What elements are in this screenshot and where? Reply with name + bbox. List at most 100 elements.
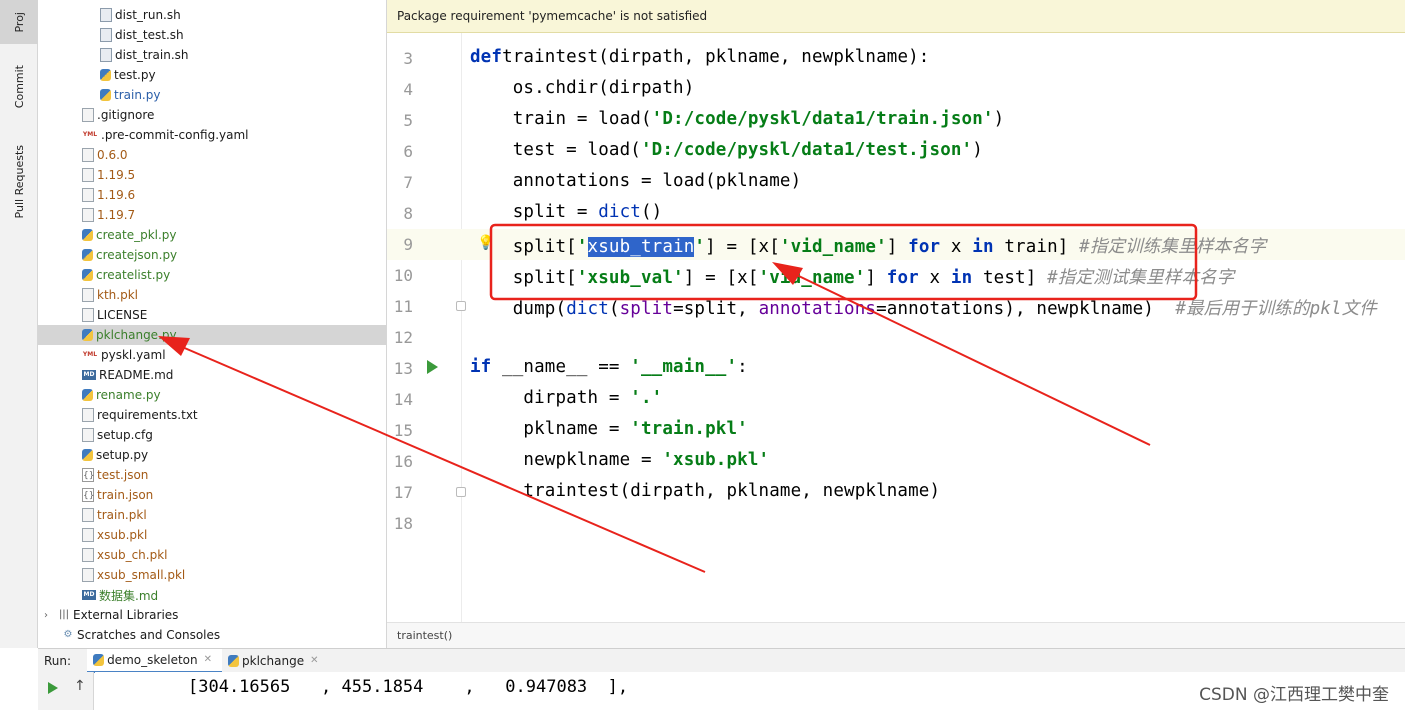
code-line[interactable]: 8 split = dict() — [387, 198, 1405, 229]
tree-item-label: rename.py — [96, 388, 161, 402]
code-line[interactable]: 18 — [387, 508, 1405, 539]
tree-item[interactable]: 1.19.6 — [38, 185, 386, 205]
code-line[interactable]: 12 — [387, 322, 1405, 353]
code-line[interactable]: 3 deftraintest(dirpath, pklname, newpklna… — [387, 43, 1405, 74]
tree-item[interactable]: kth.pkl — [38, 285, 386, 305]
code-token: =annotations), newpklname) — [876, 299, 1176, 319]
code-line[interactable]: 11 dump(dict(split=split, annotations=an… — [387, 291, 1405, 322]
tree-item[interactable]: setup.py — [38, 445, 386, 465]
tree-item-label: Scratches and Consoles — [77, 628, 221, 642]
tree-item[interactable]: .gitignore — [38, 105, 386, 125]
tree-item[interactable]: pklchange.py — [38, 325, 386, 345]
code-token: newpklname = — [470, 450, 663, 470]
tree-item-label: .gitignore — [97, 108, 155, 122]
yaml-file-icon: YML — [82, 348, 98, 362]
pull-requests-tool-tab[interactable]: Pull Requests — [0, 132, 38, 232]
code-line[interactable]: 15 pklname = 'train.pkl' — [387, 415, 1405, 446]
code-token: ] = [x[ — [705, 237, 780, 257]
close-icon[interactable]: ✕ — [204, 654, 212, 665]
scroll-up-icon[interactable]: ↑ — [74, 678, 86, 694]
line-number: 10 — [393, 266, 413, 285]
code-line[interactable]: 7 annotations = load(pklname) — [387, 167, 1405, 198]
code-token: : — [737, 357, 748, 377]
expand-arrow-icon[interactable]: › — [44, 610, 56, 621]
tree-item[interactable]: train.pkl — [38, 505, 386, 525]
code-line[interactable]: 10 split['xsub_val'] = [x['vid_name'] fo… — [387, 260, 1405, 291]
tree-item[interactable]: MD 数据集.md — [38, 585, 386, 605]
code-token: for — [886, 268, 919, 288]
code-text: pklname = 'train.pkl' — [470, 419, 748, 439]
tree-item[interactable]: LICENSE — [38, 305, 386, 325]
run-tab-demo-skeleton[interactable]: demo_skeleton ✕ — [87, 648, 223, 673]
code-token: ] — [865, 268, 887, 288]
tree-item[interactable]: dist_test.sh — [38, 25, 386, 45]
tree-item[interactable]: YML .pre-commit-config.yaml — [38, 125, 386, 145]
json-file-icon: {} — [82, 468, 94, 482]
tree-item[interactable]: test.py — [38, 65, 386, 85]
commit-tab-label: Commit — [12, 65, 26, 109]
code-line[interactable]: 4 os.chdir(dirpath) — [387, 74, 1405, 105]
tree-item[interactable]: {} test.json — [38, 465, 386, 485]
commit-tool-tab[interactable]: Commit — [0, 52, 38, 122]
tree-item[interactable]: xsub_ch.pkl — [38, 545, 386, 565]
tree-item[interactable]: YML pyskl.yaml — [38, 345, 386, 365]
tree-item[interactable]: setup.cfg — [38, 425, 386, 445]
code-line[interactable]: 5 train = load('D:/code/pyskl/data1/trai… — [387, 105, 1405, 136]
tree-item[interactable]: createjson.py — [38, 245, 386, 265]
run-tool-window-header: Run: demo_skeleton ✕ pklchange ✕ — [38, 648, 1405, 673]
line-number: 11 — [393, 297, 413, 316]
code-editor[interactable]: 3 deftraintest(dirpath, pklname, newpklna… — [386, 0, 1405, 648]
scratch-icon: ⚙ — [63, 629, 73, 640]
tree-item[interactable]: MD README.md — [38, 365, 386, 385]
code-token: in — [950, 268, 973, 288]
run-gutter-icon[interactable] — [427, 360, 438, 374]
tree-item[interactable]: › ||| External Libraries — [38, 605, 386, 625]
shell-file-icon — [100, 8, 112, 22]
project-tool-tab[interactable]: Proj — [0, 0, 38, 44]
tree-item[interactable]: requirements.txt — [38, 405, 386, 425]
code-line[interactable]: 14 dirpath = '.' — [387, 384, 1405, 415]
code-token: 'vid_name' — [758, 268, 866, 288]
tree-item[interactable]: xsub.pkl — [38, 525, 386, 545]
run-tab-pklchange[interactable]: pklchange ✕ — [222, 649, 328, 673]
code-line[interactable]: 17 traintest(dirpath, pklname, newpklnam… — [387, 477, 1405, 508]
code-line[interactable]: 16 newpklname = 'xsub.pkl' — [387, 446, 1405, 477]
line-number: 9 — [403, 235, 413, 254]
tree-item[interactable]: xsub_small.pkl — [38, 565, 386, 585]
code-token: =split, — [673, 299, 759, 319]
line-number: 8 — [403, 204, 413, 223]
code-token: 'D:/code/pyskl/data1/test.json' — [640, 140, 973, 160]
tree-item-label: pyskl.yaml — [101, 348, 166, 362]
breadcrumb-item[interactable]: traintest() — [397, 629, 452, 642]
breadcrumb[interactable]: traintest() — [387, 622, 1405, 648]
yaml-file-icon: YML — [82, 128, 98, 142]
line-number: 4 — [403, 80, 413, 99]
python-file-icon — [82, 269, 93, 281]
fold-marker-icon[interactable] — [456, 301, 466, 311]
code-line[interactable]: 13 if __name__ == '__main__': — [387, 353, 1405, 384]
tree-item-label: pklchange.py — [96, 328, 177, 342]
tree-item[interactable]: 1.19.5 — [38, 165, 386, 185]
python-file-icon — [82, 229, 93, 241]
code-line[interactable]: 9 💡 split['xsub_train'] = [x['vid_name'] … — [387, 229, 1405, 260]
fold-marker-icon[interactable] — [456, 487, 466, 497]
code-token: in — [972, 237, 994, 257]
tree-item[interactable]: createlist.py — [38, 265, 386, 285]
tree-item[interactable]: rename.py — [38, 385, 386, 405]
tree-item[interactable]: train.py — [38, 85, 386, 105]
package-warning-banner[interactable]: Package requirement 'pymemcache' is not … — [387, 0, 1405, 33]
tree-item[interactable]: 1.19.7 — [38, 205, 386, 225]
code-line[interactable]: 6 test = load('D:/code/pyskl/data1/test.… — [387, 136, 1405, 167]
code-token: 'xsub_val' — [576, 268, 684, 288]
tree-item[interactable]: 0.6.0 — [38, 145, 386, 165]
tree-item[interactable]: dist_train.sh — [38, 45, 386, 65]
line-number: 6 — [403, 142, 413, 161]
close-icon[interactable]: ✕ — [310, 655, 318, 666]
tree-item[interactable]: {} train.json — [38, 485, 386, 505]
code-text: train = load('D:/code/pyskl/data1/train.… — [470, 109, 1004, 129]
tree-item[interactable]: dist_run.sh — [38, 5, 386, 25]
rerun-icon[interactable] — [48, 682, 58, 694]
tree-item[interactable]: ⚙ Scratches and Consoles — [38, 625, 386, 645]
text-file-icon — [82, 528, 94, 542]
tree-item[interactable]: create_pkl.py — [38, 225, 386, 245]
